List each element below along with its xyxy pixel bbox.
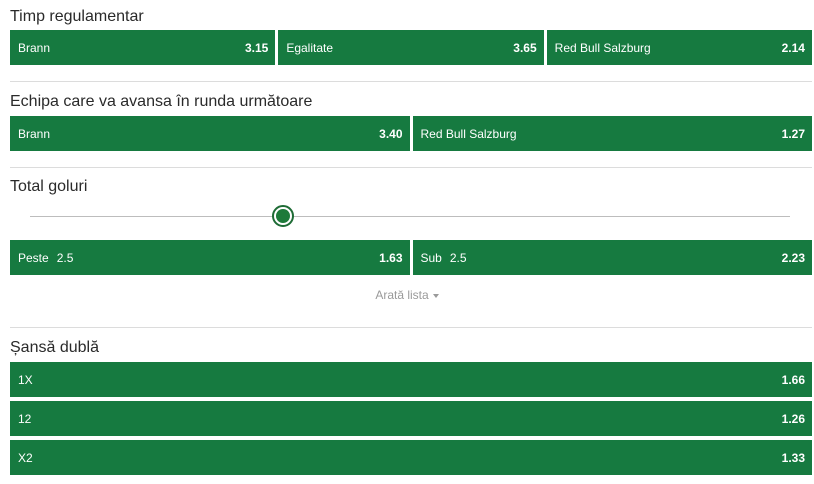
divider [10, 167, 812, 168]
market-double-chance-header: Șansă dublă [10, 339, 812, 357]
outcome-odd: 3.65 [513, 40, 537, 55]
divider [10, 327, 812, 328]
chevron-down-icon [432, 293, 439, 298]
market-regular-time-header: Timp regulamentar [10, 8, 812, 26]
outcome-odd: 1.66 [781, 372, 805, 387]
outcome-name: Sub [420, 250, 442, 265]
odd-button-draw[interactable]: Egalitate 3.65 [278, 30, 544, 65]
odd-button-salzburg[interactable]: Red Bull Salzburg 2.14 [546, 30, 812, 65]
outcome-label: Brann [18, 40, 51, 55]
market-regular-time-outcomes: Brann 3.15 Egalitate 3.65 Red Bull Salzb… [10, 30, 812, 65]
market-title: Total goluri [10, 178, 88, 195]
odd-button-12[interactable]: 12 1.26 [10, 401, 812, 436]
market-to-advance-header: Echipa care va avansa în runda următoare [10, 93, 812, 111]
outcome-odd: 1.27 [781, 126, 805, 141]
odd-button-under[interactable]: Sub 2.5 2.23 [412, 240, 812, 275]
outcome-label: Brann [18, 126, 51, 141]
outcome-label: Sub 2.5 [421, 251, 467, 265]
market-total-goals-header: Total goluri [10, 178, 812, 196]
divider [10, 81, 812, 82]
outcome-odd: 3.15 [244, 40, 269, 55]
outcome-name: Peste [18, 250, 49, 265]
outcome-odd: 3.40 [379, 126, 403, 141]
market-title: Echipa care va avansa în runda următoare [10, 93, 313, 110]
outcome-label: 1X [18, 372, 33, 387]
outcome-label: Red Bull Salzburg [420, 126, 517, 141]
market-title: Timp regulamentar [10, 8, 144, 25]
outcome-label: Peste 2.5 [18, 251, 73, 265]
outcome-line: 2.5 [56, 250, 74, 265]
market-to-advance-outcomes: Brann 3.40 Red Bull Salzburg 1.27 [10, 116, 812, 151]
show-list-link[interactable]: Arată lista [0, 288, 814, 302]
outcome-label: Egalitate [286, 40, 334, 55]
outcome-odd: 2.23 [781, 250, 805, 265]
goal-line-slider-handle[interactable] [272, 205, 294, 227]
odd-button-1x[interactable]: 1X 1.66 [10, 362, 812, 397]
odd-button-brann[interactable]: Brann 3.40 [10, 116, 410, 151]
outcome-label: X2 [18, 450, 33, 465]
outcome-odd: 2.14 [781, 40, 805, 55]
odd-button-over[interactable]: Peste 2.5 1.63 [10, 240, 410, 275]
odd-button-x2[interactable]: X2 1.33 [10, 440, 812, 475]
market-total-goals-outcomes: Peste 2.5 1.63 Sub 2.5 2.23 [10, 240, 812, 275]
outcome-odd: 1.26 [781, 411, 805, 426]
show-list-label: Arată lista [375, 288, 429, 302]
outcome-label: Red Bull Salzburg [554, 40, 651, 55]
goal-line-slider-track[interactable] [30, 216, 790, 217]
slider-knob-dot [276, 209, 290, 223]
odd-button-salzburg[interactable]: Red Bull Salzburg 1.27 [412, 116, 812, 151]
outcome-odd: 1.33 [781, 450, 805, 465]
odd-button-brann[interactable]: Brann 3.15 [10, 30, 276, 65]
market-title: Șansă dublă [10, 339, 99, 356]
outcome-label: 12 [18, 411, 32, 426]
outcome-odd: 1.63 [379, 250, 403, 265]
outcome-line: 2.5 [449, 250, 467, 265]
